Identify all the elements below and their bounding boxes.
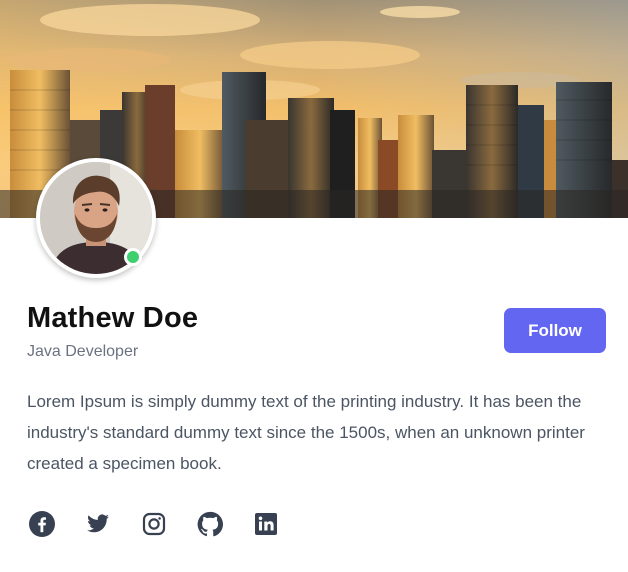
profile-role: Java Developer xyxy=(27,343,139,360)
linkedin-icon xyxy=(255,513,277,535)
linkedin-link[interactable] xyxy=(252,510,280,538)
instagram-link[interactable] xyxy=(140,510,168,538)
follow-button[interactable]: Follow xyxy=(504,308,606,353)
instagram-icon xyxy=(142,512,166,536)
twitter-link[interactable] xyxy=(84,510,112,538)
online-status-indicator xyxy=(124,248,142,266)
social-links xyxy=(28,510,308,538)
twitter-icon xyxy=(87,514,109,533)
facebook-icon xyxy=(29,511,55,537)
profile-name: Mathew Doe xyxy=(27,302,199,334)
profile-bio: Lorem Ipsum is simply dummy text of the … xyxy=(27,392,585,473)
github-icon xyxy=(197,511,223,537)
profile-card: Mathew Doe Java Developer Follow Lorem I… xyxy=(0,0,628,572)
facebook-link[interactable] xyxy=(28,510,56,538)
github-link[interactable] xyxy=(196,510,224,538)
